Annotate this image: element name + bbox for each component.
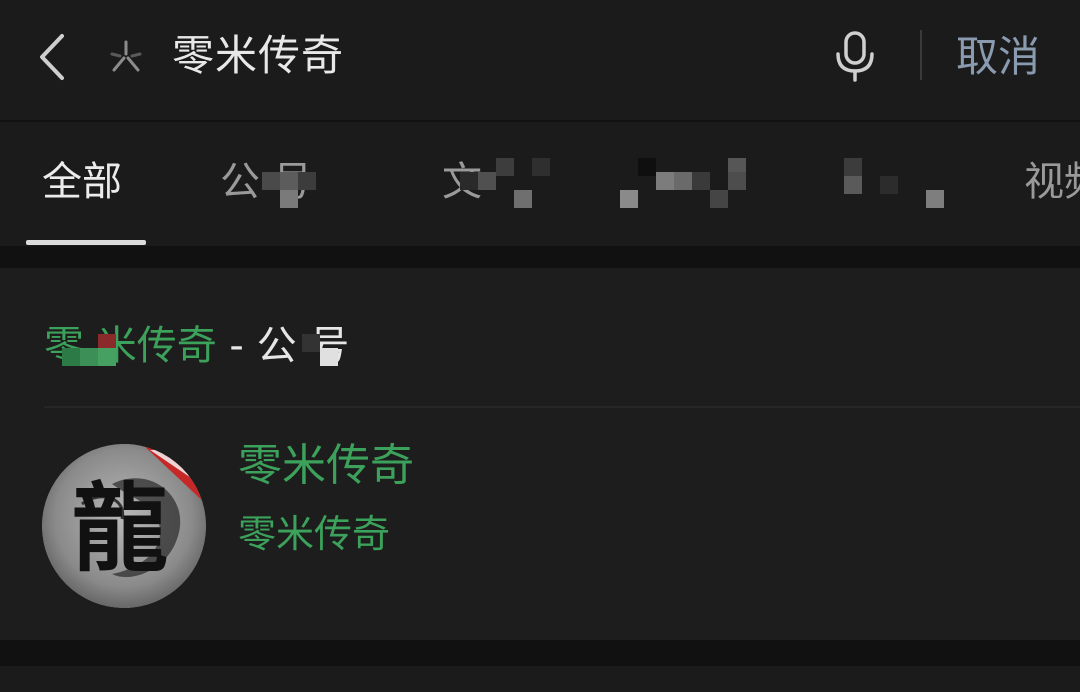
mosaic-blur [302,334,346,384]
mosaic-blur [844,158,964,208]
divider [920,30,922,80]
back-button[interactable] [34,32,74,82]
cancel-button[interactable]: 取消 [956,28,1040,86]
search-input[interactable]: 零米传奇 [172,26,344,86]
section-gap [0,640,1080,666]
account-result-item[interactable]: 龍 零米传奇 零米传奇 [0,408,1080,640]
search-bar: 零米传奇 取消 [0,0,1080,120]
mosaic-blur [62,334,132,384]
avatar-glyph: 龍 [72,472,168,585]
active-tab-indicator [26,240,146,245]
mosaic-blur [620,158,760,208]
search-icon [104,36,148,80]
voice-input-button[interactable] [832,30,878,82]
account-name: 零米传奇 [238,440,414,491]
mosaic-blur [262,158,318,208]
mosaic-blur [460,158,560,208]
section-gap [0,246,1080,268]
back-arrow-icon [40,34,64,80]
next-section [0,666,1080,692]
tab-all[interactable]: 全部 [42,152,122,212]
account-avatar: 龍 [42,444,206,608]
filter-tabs: 全部 公 号 文 视频 [0,122,1080,246]
microphone-icon [836,31,874,82]
tab-videos[interactable]: 视频 [1024,152,1080,212]
official-account-results: 零 米传奇 - 公 号 龍 零米传奇 零米传奇 [0,268,1080,640]
account-subtitle: 零米传奇 [238,512,391,556]
